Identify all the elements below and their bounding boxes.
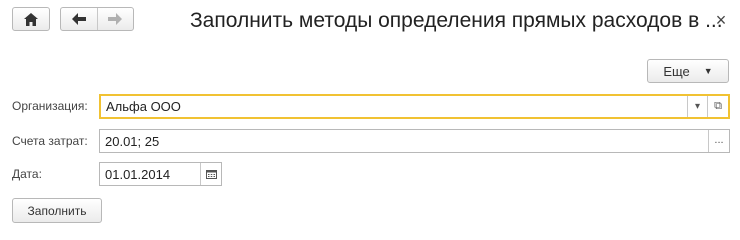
organization-label: Организация: (12, 99, 88, 113)
forward-button[interactable] (96, 8, 134, 30)
organization-value[interactable]: Альфа ООО (101, 99, 687, 114)
calendar-icon (205, 169, 217, 179)
organization-field[interactable]: Альфа ООО ▾ ⧉ (99, 94, 730, 119)
fill-button-label: Заполнить (27, 203, 87, 218)
arrow-left-icon (71, 13, 86, 25)
home-icon (24, 12, 38, 26)
fill-button[interactable]: Заполнить (12, 198, 102, 223)
accounts-label: Счета затрат: (12, 134, 88, 148)
chevron-down-icon: ▼ (703, 66, 713, 76)
accounts-value[interactable]: 20.01; 25 (100, 134, 708, 149)
calendar-button[interactable] (200, 163, 221, 185)
select-button[interactable]: ... (708, 130, 729, 152)
close-icon[interactable]: × (713, 10, 729, 30)
date-field[interactable]: 01.01.2014 (99, 162, 222, 186)
more-button-label: Еще (663, 63, 690, 79)
date-value[interactable]: 01.01.2014 (100, 167, 200, 182)
open-icon[interactable]: ⧉ (707, 96, 728, 117)
back-button[interactable] (61, 8, 97, 30)
navigation-buttons (60, 7, 134, 31)
home-button[interactable] (12, 7, 50, 31)
arrow-right-icon (108, 13, 123, 25)
date-label: Дата: (12, 167, 42, 181)
dropdown-icon[interactable]: ▾ (687, 96, 707, 117)
window-title: Заполнить методы определения прямых расх… (190, 9, 723, 32)
more-button[interactable]: Еще ▼ (647, 59, 729, 83)
accounts-field[interactable]: 20.01; 25 ... (99, 129, 730, 153)
